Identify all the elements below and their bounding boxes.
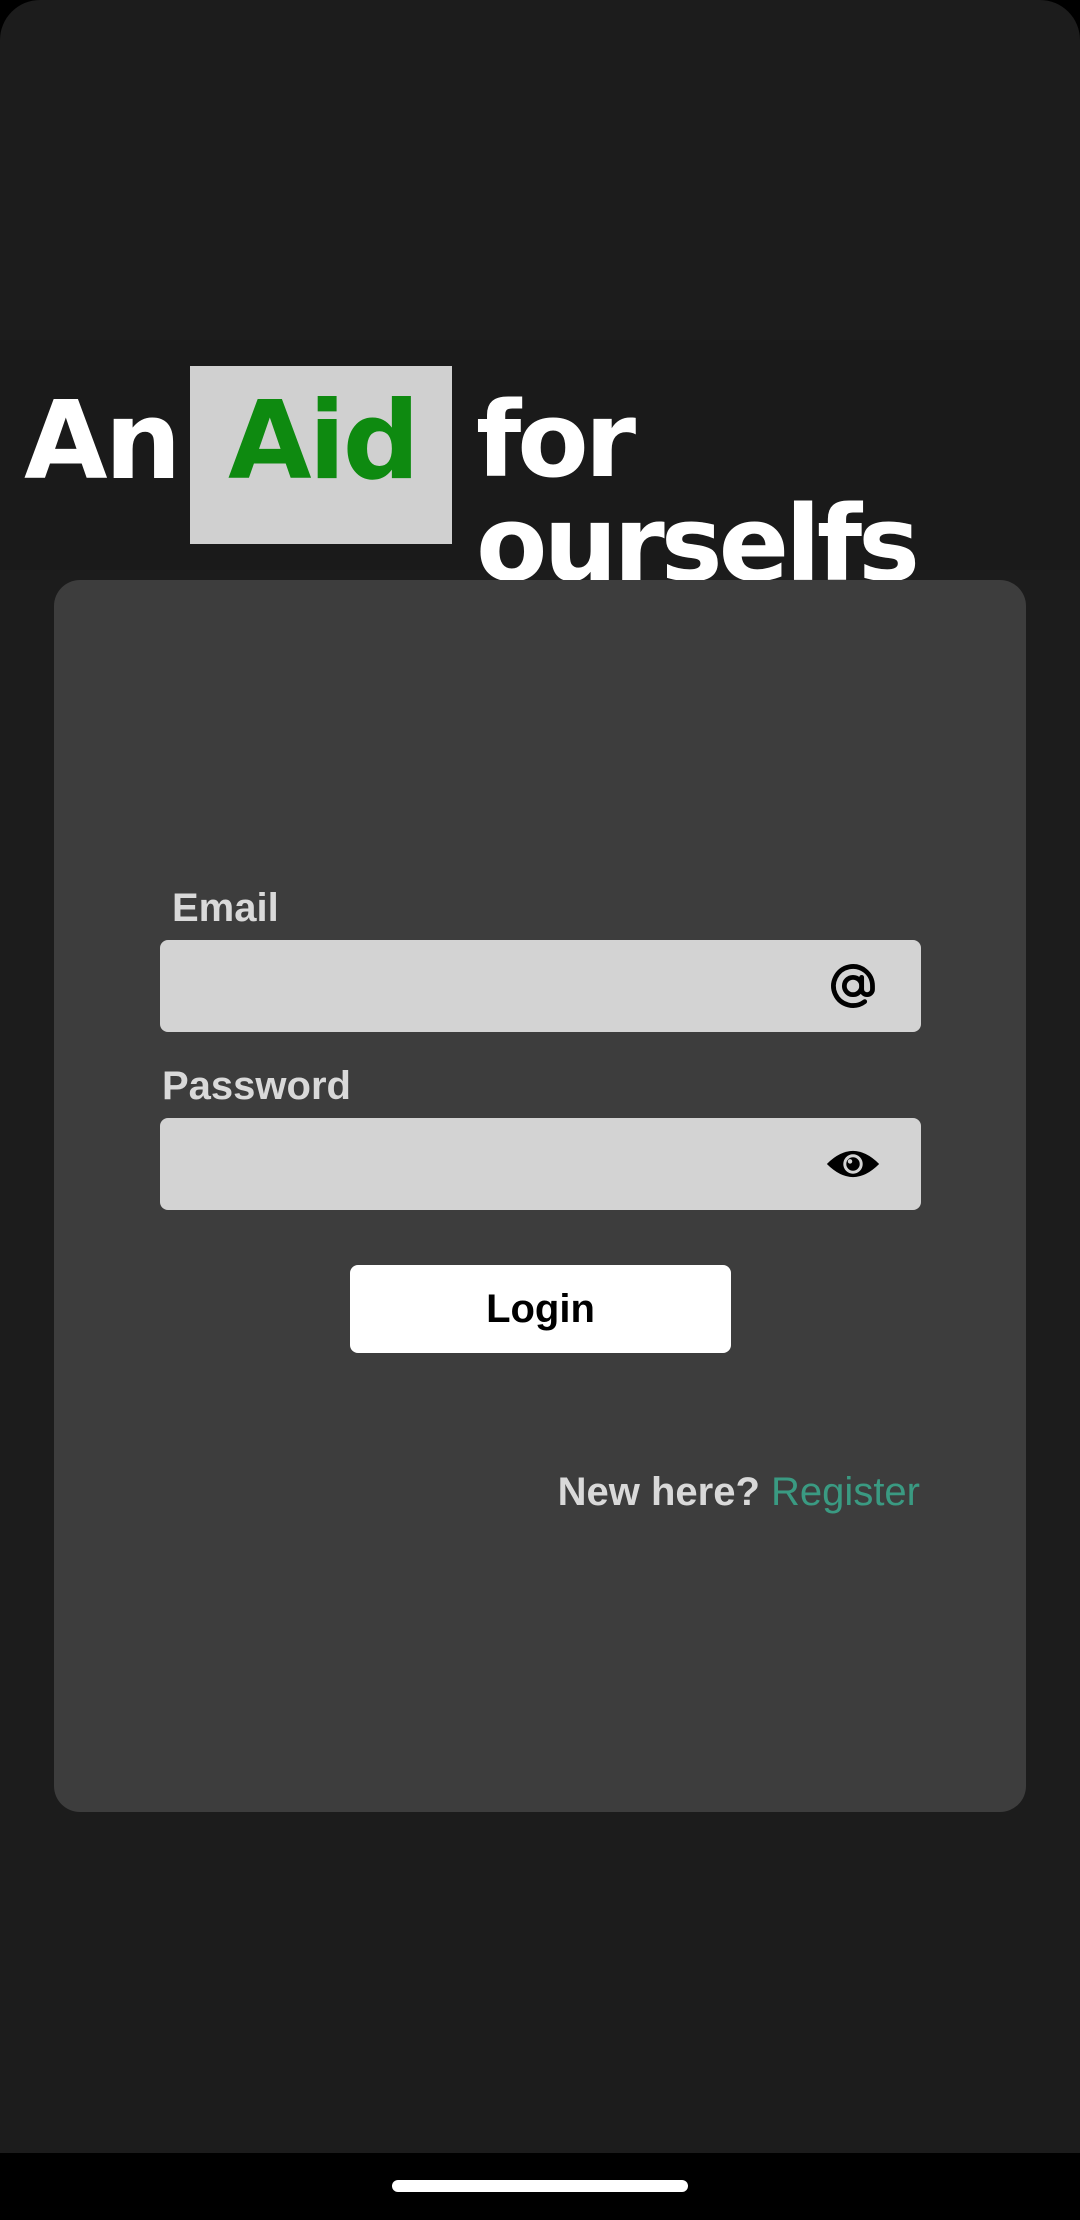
at-icon <box>825 958 881 1014</box>
login-button[interactable]: Login <box>350 1265 731 1353</box>
password-label: Password <box>162 1064 351 1108</box>
email-input[interactable] <box>160 940 848 1032</box>
app-screen: An Aid for ourselfs Email Password Login… <box>0 0 1080 2153</box>
password-input[interactable] <box>160 1118 848 1210</box>
home-indicator[interactable] <box>392 2180 688 2192</box>
email-label: Email <box>172 886 279 930</box>
password-field[interactable] <box>160 1118 921 1210</box>
logo-word-an: An <box>24 379 181 504</box>
eye-icon[interactable] <box>825 1136 881 1192</box>
register-link[interactable]: Register <box>771 1470 920 1514</box>
register-prompt-text: New here? <box>557 1470 760 1514</box>
logo-word-rest: for ourselfs <box>476 379 920 605</box>
logo-word-aid: Aid <box>228 379 420 504</box>
email-field[interactable] <box>160 940 921 1032</box>
register-prompt: New here? Register <box>558 1470 920 1515</box>
